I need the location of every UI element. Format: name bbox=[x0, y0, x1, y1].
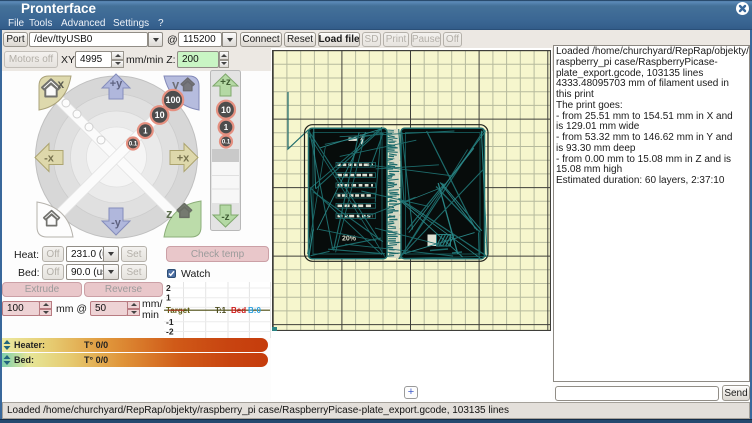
svg-text:0.1: 0.1 bbox=[222, 140, 231, 146]
svg-text:z: z bbox=[166, 206, 173, 221]
svg-text:-2: -2 bbox=[166, 327, 174, 337]
svg-text:-x: -x bbox=[44, 153, 55, 165]
svg-text:10: 10 bbox=[155, 110, 165, 120]
svg-text:-1: -1 bbox=[166, 317, 174, 327]
svg-text:T:1: T:1 bbox=[215, 306, 227, 315]
svg-text:+z: +z bbox=[220, 77, 231, 88]
svg-text:-y: -y bbox=[111, 217, 122, 229]
svg-text:1: 1 bbox=[166, 293, 171, 303]
svg-text:Bed: Bed bbox=[231, 306, 246, 315]
svg-text:x: x bbox=[58, 77, 65, 91]
svg-text:+x: +x bbox=[177, 153, 190, 165]
svg-text:-z: -z bbox=[221, 212, 229, 223]
svg-text:B:0: B:0 bbox=[248, 306, 261, 315]
svg-text:10: 10 bbox=[221, 105, 231, 115]
svg-text:2: 2 bbox=[166, 283, 171, 293]
svg-text:100: 100 bbox=[165, 95, 180, 105]
svg-text:0.1: 0.1 bbox=[129, 142, 138, 148]
svg-text:1: 1 bbox=[143, 127, 148, 136]
svg-text:+y: +y bbox=[110, 78, 123, 90]
svg-text:1: 1 bbox=[224, 123, 229, 132]
